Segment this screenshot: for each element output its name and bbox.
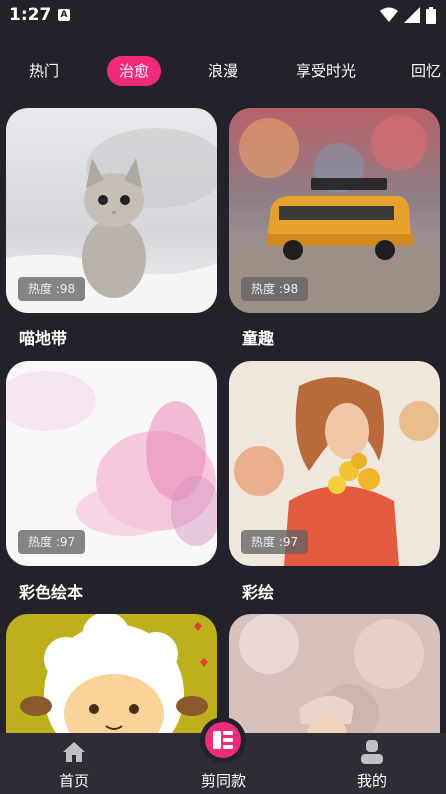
tab-romantic[interactable]: 浪漫 [208, 56, 238, 86]
template-button[interactable] [205, 722, 241, 758]
home-icon [63, 742, 85, 762]
status-icons [380, 6, 436, 24]
heat-badge: 热度 :97 [241, 530, 309, 554]
card-title: 彩绘 [242, 583, 275, 602]
card-title: 喵地带 [19, 329, 68, 348]
nav-template-label[interactable]: 剪同款 [201, 770, 246, 791]
nav-home-label: 首页 [59, 772, 90, 790]
template-card-2[interactable]: 热度 :98 [229, 108, 440, 313]
tab-enjoy-time[interactable]: 享受时光 [296, 56, 356, 86]
tab-healing[interactable]: 治愈 [107, 56, 162, 86]
template-card-3[interactable]: 热度 :97 [6, 361, 217, 566]
nav-mine-label: 我的 [357, 772, 388, 790]
wifi-icon [380, 7, 398, 22]
template-card-4[interactable]: 热度 :97 [229, 361, 440, 566]
template-card-1[interactable]: 热度 :98 [6, 108, 217, 313]
template-icon [213, 731, 233, 749]
signal-icon [404, 7, 420, 23]
heat-badge: 热度 :98 [18, 277, 86, 301]
status-bar: 1:27 A [0, 0, 446, 32]
heat-badge: 热度 :98 [241, 277, 309, 301]
tab-memories[interactable]: 回忆 [411, 56, 441, 86]
bottom-nav: 首页 剪同款 我的 [0, 717, 446, 794]
card-title: 童趣 [242, 329, 275, 348]
card-title: 彩色绘本 [19, 583, 84, 602]
heat-badge: 热度 :97 [18, 530, 86, 554]
nav-home[interactable]: 首页 [52, 739, 96, 790]
tab-hot[interactable]: 热门 [29, 56, 59, 86]
status-time: 1:27 [9, 5, 52, 25]
user-icon [361, 740, 383, 764]
category-tabs: 热门 治愈 浪漫 享受时光 回忆 [0, 56, 446, 88]
battery-icon [426, 6, 436, 24]
notification-app-icon: A [58, 9, 70, 21]
nav-template[interactable] [200, 717, 246, 763]
nav-mine[interactable]: 我的 [350, 739, 394, 790]
